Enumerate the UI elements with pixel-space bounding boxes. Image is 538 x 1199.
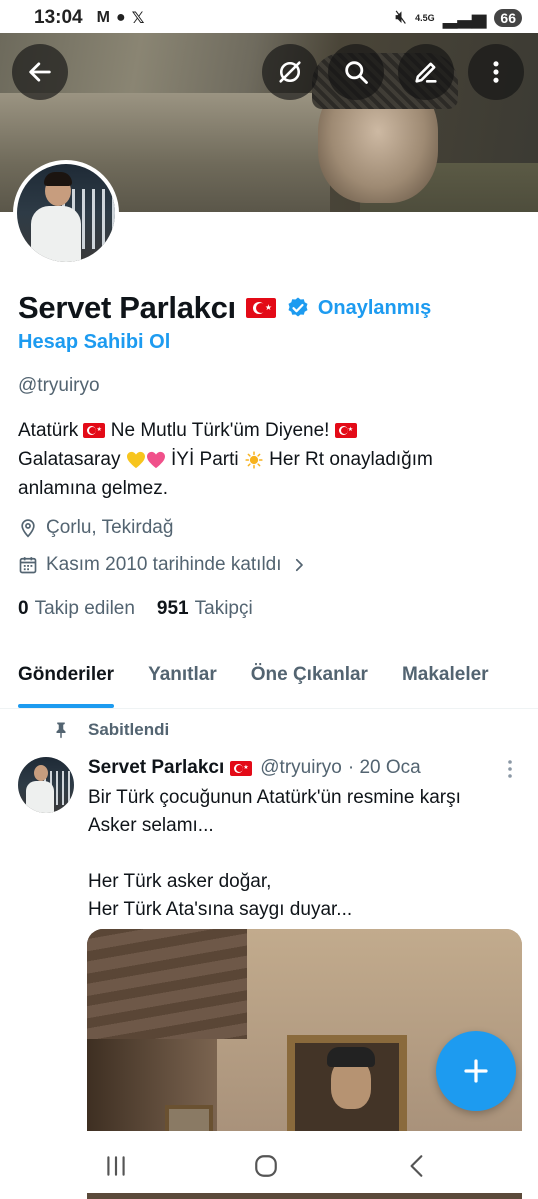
search-button[interactable]	[328, 44, 384, 100]
bio-text: Galatasaray	[18, 449, 121, 470]
sun-icon	[245, 451, 263, 469]
back-nav-icon	[410, 1155, 423, 1177]
followers-link[interactable]: 951 Takipçi	[157, 598, 253, 620]
post-text: Bir Türk çocuğunun Atatürk'ün resmine ka…	[88, 787, 461, 920]
yellow-heart-icon	[126, 451, 145, 469]
bio-text: Her Rt onayladığım	[269, 449, 433, 470]
location-pin-icon	[21, 519, 35, 538]
profile-handle: @tryuiryo	[18, 375, 100, 396]
following-link[interactable]: 0 Takip edilen	[18, 598, 135, 620]
bio-text: Atatürk	[18, 420, 79, 441]
post-date: · 20 Oca	[347, 757, 421, 778]
pin-icon	[56, 722, 66, 739]
status-bar: 13:04 M ● 𝕏 🔇︎ 4.5G ▂▃▅ 66	[0, 0, 538, 36]
pinned-label: Sabitlendi	[88, 720, 170, 739]
bio-text: Ne Mutlu Türk'üm Diyene!	[110, 420, 330, 441]
grok-icon	[279, 61, 301, 83]
status-time: 13:04	[34, 7, 83, 28]
post-image[interactable]	[87, 929, 522, 1139]
following-count: 0	[18, 598, 29, 619]
turkey-flag-icon: ★	[334, 423, 357, 439]
followers-count: 951	[156, 598, 189, 619]
tab-highlights[interactable]: Öne Çıkanlar	[251, 645, 368, 708]
following-label: Takip edilen	[34, 598, 135, 619]
profile-bio: Atatürk ★ Ne Mutlu Türk'üm Diyene! ★ Gal…	[18, 416, 518, 503]
profile-tabs: Gönderiler Yanıtlar Öne Çıkanlar Makalel…	[0, 645, 538, 709]
profile-name-row: Servet Parlakcı ★ Onaylanmış	[18, 290, 431, 326]
joined-text: Kasım 2010 tarihinde katıldı	[46, 554, 282, 575]
pinned-indicator: Sabitlendi	[52, 720, 169, 740]
pink-heart-icon	[146, 451, 165, 469]
home-icon	[255, 1155, 277, 1177]
follow-stats: 0 Takip edilen 951 Takipçi	[18, 598, 253, 620]
home-button[interactable]	[251, 1151, 281, 1181]
mute-icon: 🔇︎	[395, 7, 408, 28]
more-options-button[interactable]	[468, 44, 524, 100]
claim-account-link[interactable]: Hesap Sahibi Ol	[18, 331, 170, 354]
turkey-flag-icon: ★	[245, 298, 276, 318]
edit-icon	[415, 62, 437, 83]
tab-replies[interactable]: Yanıtlar	[148, 645, 217, 708]
profile-location: Çorlu, Tekirdağ	[18, 517, 173, 539]
recents-button[interactable]	[101, 1151, 131, 1181]
network-label: 4.5G	[415, 12, 435, 23]
edit-button[interactable]	[398, 44, 454, 100]
post-author-handle[interactable]: @tryuiryo	[260, 757, 342, 779]
plus-icon	[464, 1059, 488, 1083]
profile-avatar[interactable]	[13, 160, 119, 266]
post-header: Servet Parlakcı ★ @tryuiryo · 20 Oca	[88, 757, 421, 779]
post-author-name[interactable]: Servet Parlakcı	[88, 757, 224, 779]
tab-posts[interactable]: Gönderiler	[18, 645, 115, 708]
calendar-icon	[19, 557, 37, 574]
turkey-flag-icon: ★	[83, 423, 106, 439]
followers-label: Takipçi	[194, 598, 253, 619]
bio-text: anlamına gelmez.	[18, 478, 168, 499]
recents-icon	[107, 1156, 125, 1176]
x-logo-icon: 𝕏	[131, 10, 145, 27]
grok-button[interactable]	[262, 44, 318, 100]
arrow-left-icon	[29, 62, 51, 82]
signal-icon: ▂▃▅	[442, 7, 487, 29]
chat-bubble-icon: ●	[115, 9, 126, 26]
back-button[interactable]	[12, 44, 68, 100]
back-nav-button[interactable]	[402, 1151, 432, 1181]
location-text: Çorlu, Tekirdağ	[46, 517, 174, 538]
profile-joined[interactable]: Kasım 2010 tarihinde katıldı	[18, 554, 316, 576]
battery-indicator: 66	[494, 9, 522, 27]
chevron-right-icon	[295, 558, 303, 572]
verified-label[interactable]: Onaylanmış	[318, 297, 431, 320]
tab-articles[interactable]: Makaleler	[402, 645, 489, 708]
more-vertical-icon[interactable]	[504, 758, 516, 780]
turkey-flag-icon: ★	[230, 760, 253, 776]
compose-button[interactable]	[436, 1031, 516, 1111]
verified-badge-icon[interactable]	[286, 296, 310, 320]
more-vertical-icon	[493, 61, 499, 83]
profile-name: Servet Parlakcı	[18, 290, 236, 325]
search-icon	[345, 61, 368, 84]
system-nav-bar	[0, 1131, 538, 1199]
bio-text: İYİ Parti	[171, 449, 239, 470]
gmail-icon: M	[96, 9, 110, 26]
post-author-avatar[interactable]	[18, 757, 74, 813]
